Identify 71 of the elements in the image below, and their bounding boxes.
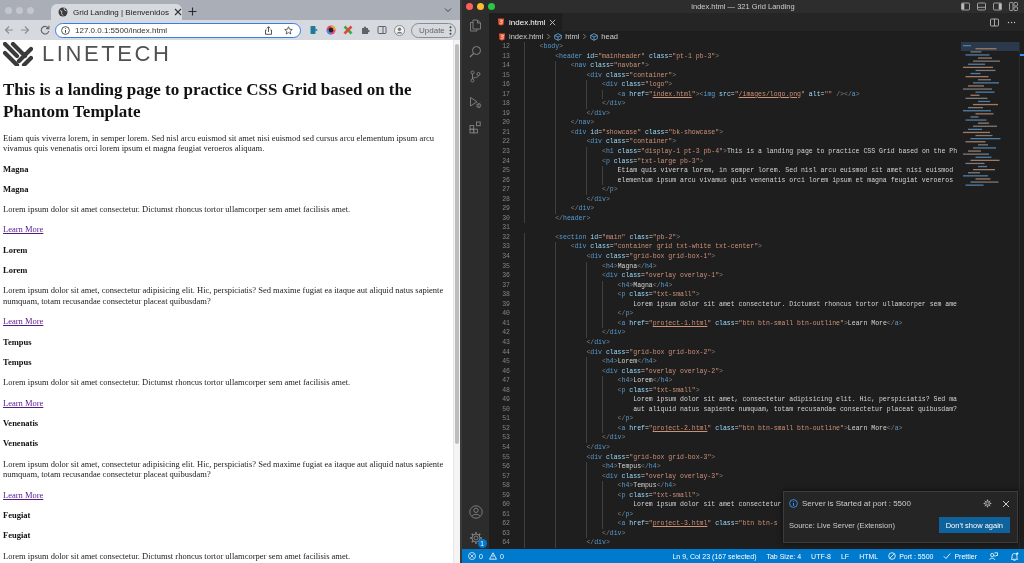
overlay-heading: Lorem: [3, 265, 29, 276]
avatar-icon[interactable]: [394, 24, 405, 36]
more-vertical-icon[interactable]: [448, 25, 452, 35]
info-icon[interactable]: [61, 25, 70, 35]
learn-more-link[interactable]: Learn More: [3, 489, 44, 500]
files-icon[interactable]: [469, 19, 482, 32]
browser-tab[interactable]: Grid Landing | Bienvenidos: [51, 4, 182, 20]
section-heading: Venenatis: [3, 417, 40, 429]
cube-icon: [554, 32, 563, 41]
close-icon[interactable]: [173, 8, 182, 16]
window-minimize-icon[interactable]: [477, 3, 484, 10]
panel-bottom-icon[interactable]: [977, 2, 986, 11]
overlay-heading: Magna: [3, 183, 30, 195]
puzzle-icon[interactable]: [360, 25, 370, 35]
window-close-icon[interactable]: [466, 3, 473, 10]
branch-icon[interactable]: [469, 70, 482, 83]
section-text: Lorem ipsum dolor sit amet consectetur. Dictumst rhoncus tortor ullamcorper sem amet facilisis amet.: [3, 377, 352, 389]
settings-icon[interactable]: [983, 499, 992, 508]
reload-icon[interactable]: [40, 25, 50, 35]
learn-more-link[interactable]: Learn More: [3, 224, 44, 235]
scrollbar-thumb[interactable]: [455, 44, 459, 444]
window-zoom-icon[interactable]: [488, 3, 495, 10]
info-icon: [789, 499, 798, 508]
section-heading: Feugiat: [3, 509, 32, 521]
share-icon[interactable]: [264, 25, 273, 35]
cube-icon: [590, 32, 599, 41]
account-icon[interactable]: [468, 504, 483, 519]
globe-icon: [58, 7, 68, 17]
layout-icon[interactable]: [1009, 2, 1018, 11]
bell-icon[interactable]: [1010, 551, 1019, 561]
extensions-icon[interactable]: [469, 121, 482, 134]
chevron-right-icon: [582, 33, 588, 40]
editor-tab[interactable]: index.html: [489, 13, 563, 31]
plus-icon[interactable]: [188, 7, 197, 16]
learn-more-link[interactable]: Learn More: [3, 316, 44, 327]
section-heading: Lorem: [3, 244, 29, 256]
ring-icon[interactable]: [326, 25, 336, 35]
play-bug-icon[interactable]: [469, 95, 482, 109]
learn-more-link[interactable]: Learn More: [3, 397, 44, 408]
logo-text: LINETECH: [42, 42, 172, 66]
sidebar-right-icon[interactable]: [993, 2, 1002, 11]
document-icon[interactable]: [309, 25, 319, 35]
feedback-icon[interactable]: [989, 551, 998, 561]
page-heading: This is a landing page to practice CSS Grid based on the Phantom Template: [3, 79, 413, 123]
error-icon: [468, 552, 476, 560]
section-text: Lorem ipsum dolor sit amet, consectetur adipisicing elit. Hic, perspiciatis? Sed maxime fugiat ea itaque aut aliquid natus sapiente numquam, totam recusandae consectetur placeat quibusdam?: [3, 285, 445, 307]
check-icon: [943, 552, 952, 560]
intro-paragraph: Etiam quis viverra lorem, in semper lorem. Sed nisl arcu euismod sit amet nisi euismod sed cursus arcu elementum ipsum arcu vivamus quis venenatis orci lorem ipsum et magna feugiat veroeros aliquam.: [3, 132, 436, 155]
overlay-heading: Tempus: [3, 357, 33, 368]
search-icon[interactable]: [469, 44, 482, 58]
notification-message: Server is Started at port : 5500: [802, 499, 911, 508]
section-text: Lorem ipsum dolor sit amet consectetur. Dictumst rhoncus tortor ullamcorper sem amet facilisis amet.: [3, 204, 352, 215]
section-heading: Tempus: [3, 336, 33, 348]
address-field[interactable]: 127.0.0.1:5500/index.html: [55, 22, 301, 38]
section-text: Lorem ipsum dolor sit amet consectetur. Dictumst rhoncus tortor ullamcorper sem amet facilisis amet.: [3, 550, 352, 562]
settings-icon[interactable]: [468, 531, 483, 545]
side-panel-icon[interactable]: [377, 25, 387, 35]
section-heading: Magna: [3, 163, 30, 175]
html-file-icon: [497, 18, 505, 26]
cross-icon[interactable]: [343, 25, 353, 35]
split-editor-icon[interactable]: [990, 17, 999, 27]
html-file-icon: [498, 32, 506, 41]
sidebar-left-icon[interactable]: [961, 2, 970, 11]
overlay-heading: Venenatis: [3, 438, 40, 450]
overlay-heading: Feugiat: [3, 530, 32, 542]
star-icon[interactable]: [284, 25, 293, 35]
logo-icon: [3, 42, 33, 66]
warning-icon: [488, 552, 497, 560]
section-text: Lorem ipsum dolor sit amet, consectetur adipisicing elit. Hic, perspiciatis? Sed maxime fugiat ea itaque aut aliquid natus sapiente numquam, totam recusandae consectetur placeat quibusdam?: [3, 458, 445, 481]
chevron-right-icon: [546, 33, 552, 40]
blocked-circle-icon: [888, 552, 897, 560]
